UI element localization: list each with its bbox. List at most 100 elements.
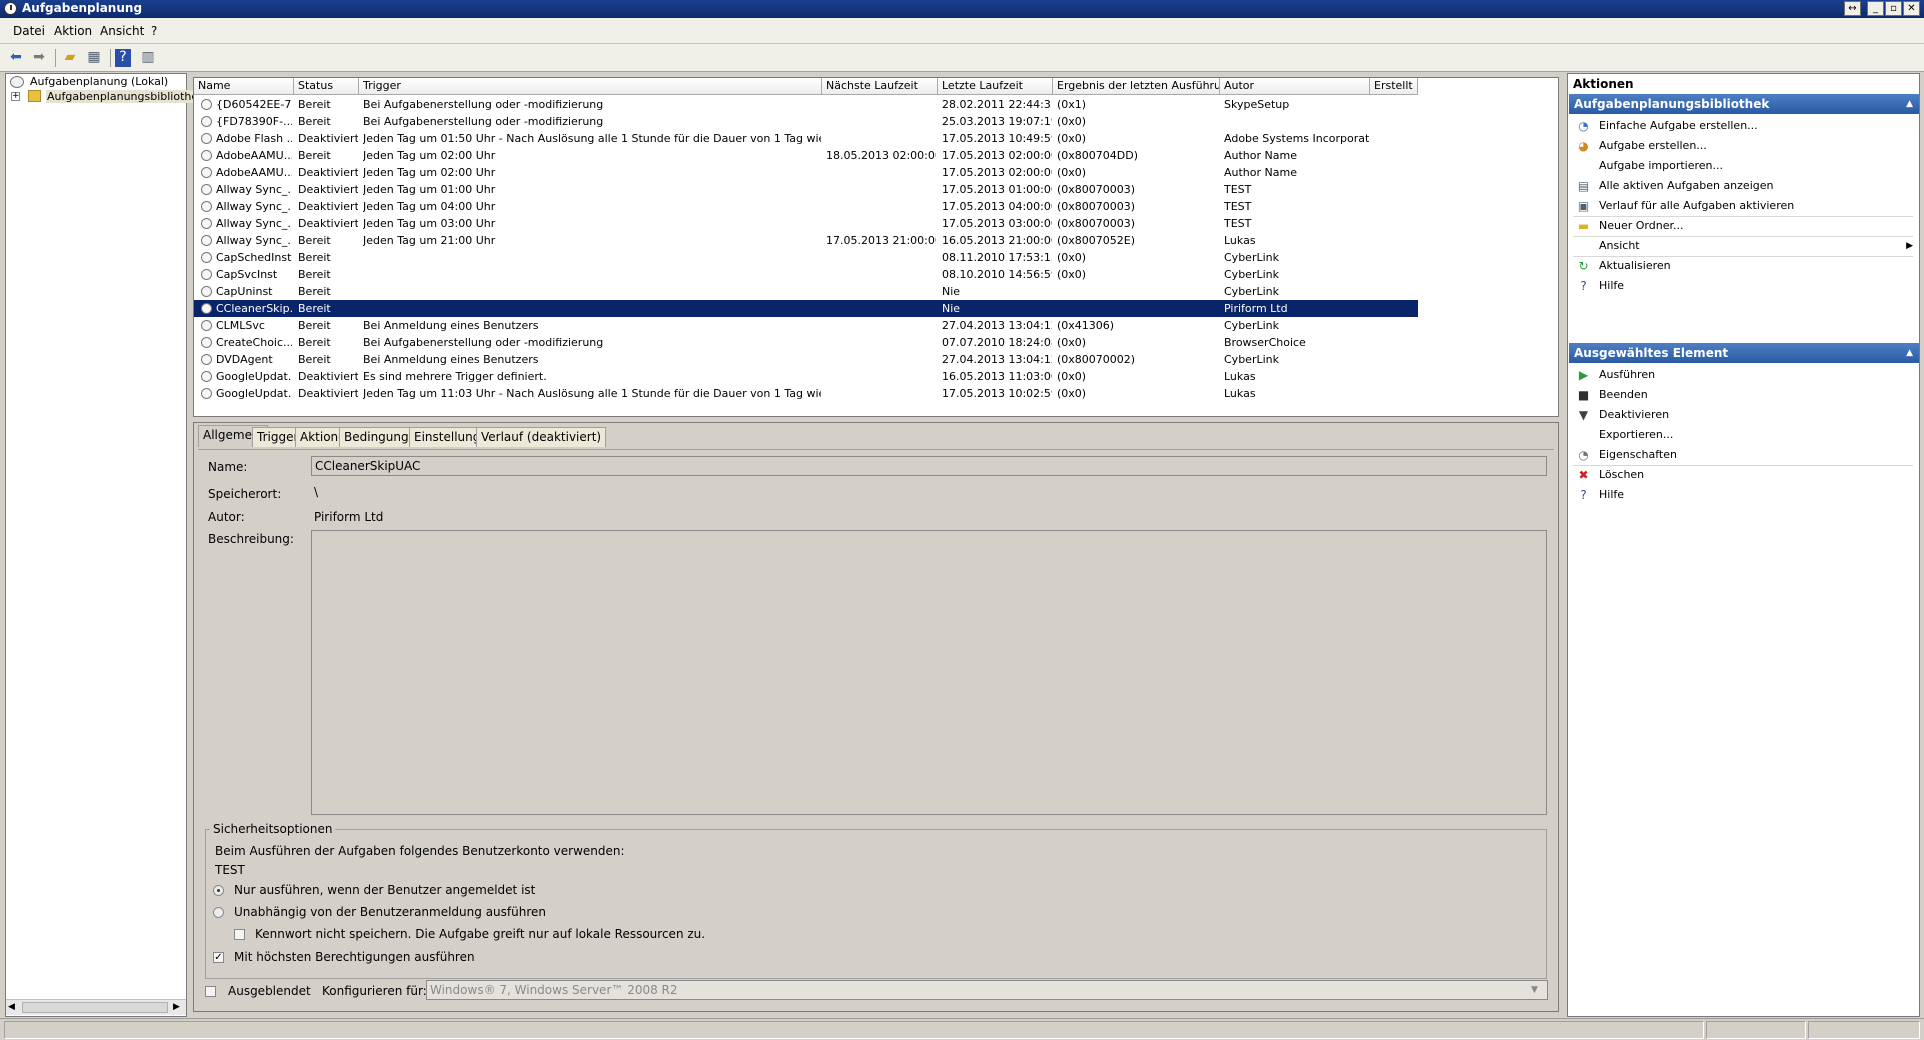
action-alle-aktiven-aufgaben-anzeigen[interactable]: ▤ Alle aktiven Aufgaben anzeigen [1569,175,1919,197]
cell-trigger: Jeden Tag um 21:00 Uhr [363,234,496,247]
actions-title: Aktionen [1573,77,1634,91]
action-label: Löschen [1599,468,1645,481]
action-label: Exportieren... [1599,428,1674,441]
column-header-author[interactable]: Autor [1220,78,1370,95]
action-label: Einfache Aufgabe erstellen... [1599,119,1758,132]
column-header-trigger[interactable]: Trigger [359,78,822,95]
table-row[interactable]: CCleanerSkip... Bereit Nie Piriform Ltd [194,299,1419,318]
scroll-left-icon[interactable]: ◀ [8,1002,15,1012]
action-aufgabe-erstellen[interactable]: ◕ Aufgabe erstellen... [1569,135,1919,157]
checkbox-hidden[interactable] [205,986,216,997]
checkbox-no-password-label[interactable]: Kennwort nicht speichern. Die Aufgabe gr… [255,927,705,941]
action-aktualisieren[interactable]: ↻ Aktualisieren [1569,255,1919,277]
cell-last: Nie [942,302,961,315]
table-row[interactable]: Allway Sync_... Deaktiviert Jeden Tag um 0… [194,215,1418,232]
cell-result: (0x0) [1057,115,1087,128]
table-row[interactable]: CLMLSvc Bereit Bei Anmeldung eines Benutze… [194,317,1418,334]
account-value: TEST [215,863,245,877]
action-hilfe[interactable]: ? Hilfe [1569,484,1919,506]
description-field[interactable] [311,530,1547,815]
restore-button[interactable]: ↔ [1844,1,1861,16]
cell-status: Bereit [298,115,331,128]
configure-select[interactable]: Windows® 7, Windows Server™ 2008 R2 [426,980,1548,1000]
table-row[interactable]: AdobeAAMU... Deaktiviert Jeden Tag um 02:0… [194,164,1418,181]
cell-status: Deaktiviert [298,183,358,196]
menu-ansicht[interactable]: Ansicht [100,24,144,38]
table-row[interactable]: {FD78390F-... Bereit Bei Aufgabenerstellun… [194,113,1418,130]
selected-section-header[interactable]: Ausgewähltes Element ▲ [1569,343,1919,363]
action-verlauf-für-alle-aufgaben-aktivieren[interactable]: ▣ Verlauf für alle Aufgaben aktivieren [1569,195,1919,217]
action-ansicht[interactable]: Ansicht ▶ [1569,235,1919,257]
table-row[interactable]: GoogleUpdat... Deaktiviert Jeden Tag um 11… [194,385,1418,402]
back-arrow-icon[interactable]: ⬅ [6,49,26,67]
column-header-created[interactable]: Erstellt [1370,78,1418,95]
action-hilfe[interactable]: ? Hilfe [1569,275,1919,297]
table-row[interactable]: CapSvcInst Bereit 08.10.2010 14:56:59 (0x0)… [194,266,1418,283]
maximize-button[interactable]: ▫ [1885,1,1902,16]
collapse-icon[interactable]: ▲ [1906,94,1913,114]
action-eigenschaften[interactable]: ◔ Eigenschaften [1569,444,1919,466]
forward-arrow-icon[interactable]: ➡ [29,49,49,67]
table-row[interactable]: {D60542EE-7... Bereit Bei Aufgabenerstellu… [194,96,1418,113]
scroll-thumb[interactable] [22,1002,168,1013]
column-header-last-run[interactable]: Letzte Laufzeit [938,78,1053,95]
collapse-icon[interactable]: ▲ [1906,343,1913,363]
action-aufgabe-importieren[interactable]: Aufgabe importieren... [1569,155,1919,177]
close-button[interactable]: ✕ [1903,1,1920,16]
column-header-name[interactable]: Name [194,78,294,95]
expander-icon[interactable]: + [11,92,20,101]
action-ausführen[interactable]: ▶ Ausführen [1569,364,1919,386]
table-row[interactable]: GoogleUpdat... Deaktiviert Es sind mehrere… [194,368,1418,385]
cell-last: 17.05.2013 01:00:00 [942,183,1052,196]
column-header-status[interactable]: Status [294,78,359,95]
checkbox-highest-privileges[interactable]: ✓ [213,952,224,963]
table-row[interactable]: CapUninst Bereit Nie CyberLink [194,283,1418,300]
table-row[interactable]: DVDAgent Bereit Bei Anmeldung eines Benutz… [194,351,1418,368]
table-row[interactable]: CapSchedInst Bereit 08.11.2010 17:53:15 (0x… [194,249,1418,266]
radio-independent-label[interactable]: Unabhängig von der Benutzeranmeldung aus… [234,905,546,919]
minimize-button[interactable]: _ [1867,1,1884,16]
help-icon[interactable]: ? [115,49,131,67]
checkbox-hidden-label[interactable]: Ausgeblendet [228,984,311,998]
cell-author: Lukas [1224,387,1256,400]
table-row[interactable]: AdobeAAMU... Bereit Jeden Tag um 02:00 Uhr… [194,147,1418,164]
tree-item-root[interactable]: Aufgabenplanung (Lokal) [30,75,168,88]
folder-up-icon[interactable]: ▰ [60,49,80,67]
table-row[interactable]: Adobe Flash ... Deaktiviert Jeden Tag um 0… [194,130,1418,147]
action-deaktivieren[interactable]: ▼ Deaktivieren [1569,404,1919,426]
name-field[interactable]: CCleanerSkipUAC [311,456,1547,476]
action-pane-icon[interactable]: ▥ [138,49,158,67]
checkbox-highest-privileges-label[interactable]: Mit höchsten Berechtigungen ausführen [234,950,475,964]
tab-verlauf[interactable]: Verlauf (deaktiviert) [476,427,607,447]
menu-bar: Datei Aktion Ansicht ? [0,18,1924,44]
radio-logged-on[interactable] [213,885,224,896]
table-row[interactable]: Allway Sync_... Deaktiviert Jeden Tag um 0… [194,198,1418,215]
menu-help[interactable]: ? [151,24,157,38]
tree-horizontal-scrollbar[interactable]: ◀ ▶ [6,999,186,1015]
action-exportieren[interactable]: Exportieren... [1569,424,1919,446]
console-tree-icon[interactable]: ▦ [84,49,104,67]
cell-author: Author Name [1224,166,1297,179]
column-header-result[interactable]: Ergebnis der letzten Ausführung [1053,78,1220,95]
action-beenden[interactable]: ■ Beenden [1569,384,1919,406]
cell-result: (0x0) [1057,370,1087,383]
menu-aktion[interactable]: Aktion [54,24,92,38]
action-label: Hilfe [1599,279,1625,292]
column-header-next-run[interactable]: Nächste Laufzeit [822,78,938,95]
table-row[interactable]: Allway Sync_... Deaktiviert Jeden Tag um 0… [194,181,1418,198]
table-row[interactable]: CreateChoic... Bereit Bei Aufgabenerstellu… [194,334,1418,351]
action-löschen[interactable]: ✖ Löschen [1569,464,1919,486]
cell-name: CapSvcInst [216,268,278,281]
tree-item-library[interactable]: Aufgabenplanungsbibliothek [46,90,206,103]
chevron-down-icon[interactable]: ▼ [1531,985,1538,995]
radio-independent[interactable] [213,907,224,918]
action-einfache-aufgabe-erstellen[interactable]: ◔ Einfache Aufgabe erstellen... [1569,115,1919,137]
table-row[interactable]: Allway Sync_... Bereit Jeden Tag um 21:00 … [194,232,1418,249]
action-neuer-ordner[interactable]: ▬ Neuer Ordner... [1569,215,1919,237]
menu-datei[interactable]: Datei [13,24,45,38]
library-section-header[interactable]: Aufgabenplanungsbibliothek ▲ [1569,94,1919,114]
checkbox-no-password[interactable] [234,929,245,940]
submenu-arrow-icon: ▶ [1906,241,1913,251]
radio-logged-on-label[interactable]: Nur ausführen, wenn der Benutzer angemel… [234,883,535,897]
scroll-right-icon[interactable]: ▶ [173,1002,180,1012]
